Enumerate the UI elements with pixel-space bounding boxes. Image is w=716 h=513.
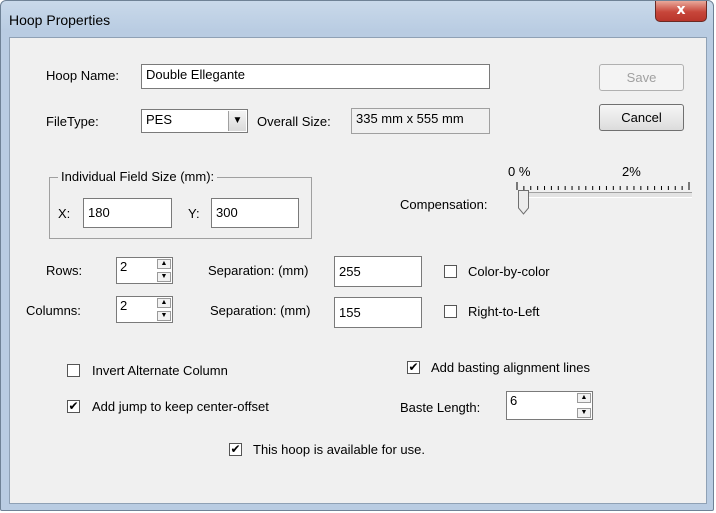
save-button[interactable]: Save — [599, 64, 684, 91]
spin-down-icon[interactable]: ▼ — [157, 272, 171, 282]
spin-down-icon[interactable]: ▼ — [577, 408, 591, 418]
invert-alternate-column-label: Invert Alternate Column — [92, 363, 228, 378]
rows-separation-label: Separation: (mm) — [208, 263, 309, 278]
add-basting-lines-label: Add basting alignment lines — [431, 360, 590, 375]
invert-alternate-column-checkbox[interactable] — [67, 364, 80, 377]
rows-stepper[interactable]: 2 ▲ ▼ — [116, 257, 173, 284]
spin-up-icon[interactable]: ▲ — [577, 393, 591, 403]
title-bar[interactable]: Hoop Properties x — [1, 1, 713, 37]
filetype-value: PES — [146, 112, 173, 127]
cancel-button[interactable]: Cancel — [599, 104, 684, 131]
compensation-slider-track[interactable] — [518, 192, 692, 198]
field-x-input[interactable]: 180 — [83, 198, 172, 228]
columns-value: 2 — [120, 298, 128, 313]
spin-down-icon[interactable]: ▼ — [157, 311, 171, 321]
spin-up-icon[interactable]: ▲ — [157, 259, 171, 269]
hoop-name-label: Hoop Name: — [46, 68, 119, 83]
spin-up-icon[interactable]: ▲ — [157, 298, 171, 308]
overall-size-label: Overall Size: — [257, 114, 331, 129]
compensation-slider-thumb[interactable] — [518, 190, 529, 215]
color-by-color-label: Color-by-color — [468, 264, 550, 279]
field-y-label: Y: — [188, 206, 200, 221]
dialog-client-area: Hoop Name: Double Ellegante Save Cancel … — [9, 37, 707, 504]
rows-value: 2 — [120, 259, 128, 274]
right-to-left-checkbox[interactable] — [444, 305, 457, 318]
rows-label: Rows: — [46, 263, 83, 278]
overall-size-field: 335 mm x 555 mm — [351, 108, 490, 134]
baste-length-label: Baste Length: — [400, 400, 481, 415]
window-title: Hoop Properties — [9, 12, 111, 28]
dialog-window: Hoop Properties x Hoop Name: Double Elle… — [0, 0, 714, 511]
field-size-group-label: Individual Field Size (mm): — [58, 169, 218, 184]
field-y-input[interactable]: 300 — [211, 198, 299, 228]
compensation-label: Compensation: — [400, 197, 488, 212]
filetype-label: FileType: — [46, 114, 99, 129]
color-by-color-checkbox[interactable] — [444, 265, 457, 278]
right-to-left-label: Right-to-Left — [468, 304, 540, 319]
rows-separation-input[interactable]: 255 — [334, 256, 422, 287]
add-jump-checkbox[interactable]: ✔ — [67, 400, 80, 413]
close-button[interactable]: x — [655, 1, 707, 22]
filetype-dropdown[interactable]: PES ▼ — [141, 109, 248, 133]
available-checkbox[interactable]: ✔ — [229, 443, 242, 456]
baste-length-stepper[interactable]: 6 ▲ ▼ — [506, 391, 593, 420]
columns-stepper[interactable]: 2 ▲ ▼ — [116, 296, 173, 323]
chevron-down-icon[interactable]: ▼ — [228, 111, 246, 131]
hoop-name-input[interactable]: Double Ellegante — [141, 64, 490, 89]
field-x-label: X: — [58, 206, 71, 221]
add-basting-lines-checkbox[interactable]: ✔ — [407, 361, 420, 374]
columns-separation-label: Separation: (mm) — [210, 303, 311, 318]
add-jump-label: Add jump to keep center-offset — [92, 399, 269, 414]
columns-separation-input[interactable]: 155 — [334, 297, 422, 328]
compensation-max-label: 2% — [622, 164, 641, 179]
columns-label: Columns: — [26, 303, 81, 318]
close-icon: x — [676, 2, 686, 18]
baste-length-value: 6 — [510, 393, 518, 408]
compensation-min-label: 0 % — [508, 164, 531, 179]
available-label: This hoop is available for use. — [253, 442, 425, 457]
